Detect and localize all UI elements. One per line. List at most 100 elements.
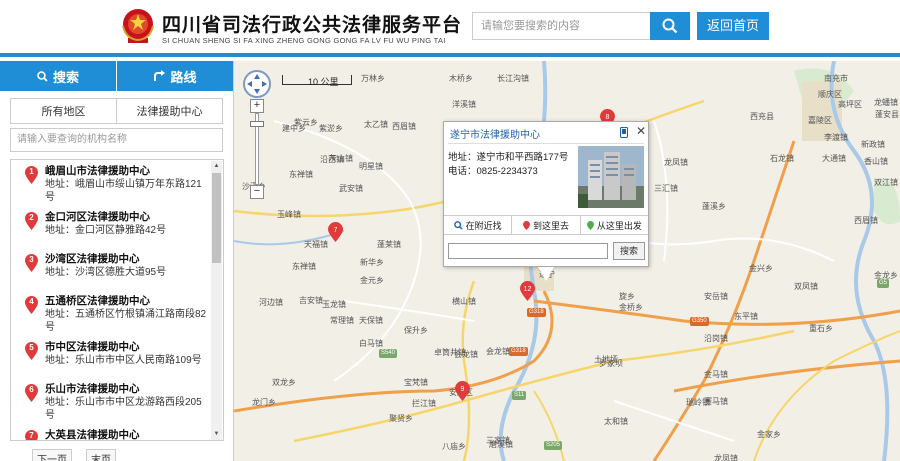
map-place-label: 太和镇 <box>604 417 628 426</box>
map-place-label: 石龙镇 <box>770 154 794 163</box>
list-item[interactable]: 4 五通桥区法律援助中心地址：五通桥区竹根镇涌江路南段82号 <box>11 290 211 336</box>
marker-number: 5 <box>29 343 34 352</box>
scale-label: 10 公里 <box>308 77 339 87</box>
road-shield: G5 <box>877 279 890 288</box>
info-window: 遂宁市法律援助中心 ✕ 地址：遂宁市和平西路177号 电话：0825-22343… <box>443 121 649 281</box>
map-place-label: 罗家坝 <box>599 359 623 368</box>
tab-go-here-label: 到这里去 <box>532 220 569 231</box>
map-place-label: 保升乡 <box>404 326 428 335</box>
item-name: 市中区法律援助中心 <box>45 341 140 353</box>
scroll-down-arrow[interactable]: ▼ <box>211 429 222 440</box>
map-place-label: 东禅镇 <box>289 170 313 179</box>
tab-search[interactable]: 搜索 <box>0 61 116 91</box>
tab-nearby[interactable]: 在附近找 <box>444 216 512 234</box>
map-place-label: 东平镇 <box>734 312 758 321</box>
map-place-label: 龙门乡 <box>252 398 276 407</box>
tab-depart-here-label: 从这里出发 <box>596 220 642 231</box>
nearby-search-button[interactable]: 搜索 <box>613 242 645 260</box>
phone-icon[interactable] <box>620 127 628 138</box>
map-place-label: 龙蟠镇 <box>874 98 898 107</box>
scroll-up-arrow[interactable]: ▲ <box>211 161 222 172</box>
map-place-label: 蓬溪乡 <box>702 202 726 211</box>
map-marker-icon[interactable]: 9 <box>455 381 470 401</box>
map-place-label: 李渡镇 <box>824 133 848 142</box>
map-place-label: 吉安镇 <box>299 296 323 305</box>
map-place-label: 沿岗镇 <box>704 334 728 343</box>
map-place-label: 武安镇 <box>339 184 363 193</box>
site-search-input[interactable]: 请输您要搜索的内容 <box>472 12 650 40</box>
tab-search-label: 搜索 <box>52 69 79 85</box>
last-page-button[interactable]: 末页 <box>86 449 116 461</box>
tab-route[interactable]: 路线 <box>116 61 233 91</box>
tab-route-label: 路线 <box>170 69 197 85</box>
item-name: 金口河区法律援助中心 <box>45 211 150 223</box>
org-type-filter[interactable]: 法律援助中心 <box>116 99 222 123</box>
info-pointer <box>538 267 554 281</box>
list-item[interactable]: 3 沙湾区法律援助中心 地址：沙湾区德胜大道95号 <box>11 248 211 290</box>
item-address: 地址：峨眉山市绥山镇万年东路121号 <box>45 179 202 203</box>
pan-control-icon[interactable] <box>242 69 272 99</box>
close-icon[interactable]: ✕ <box>636 125 646 137</box>
map-place-label: 蓬安县 <box>875 110 899 119</box>
list-item[interactable]: 1 峨眉山市法律援助中心 地址：峨眉山市绥山镇万年东路121号 <box>11 160 211 206</box>
scroll-thumb[interactable] <box>212 173 221 263</box>
zoom-slider-handle[interactable] <box>250 121 264 127</box>
nearby-search-input[interactable] <box>448 243 608 259</box>
map-place-label: 西充县 <box>750 112 774 121</box>
map-place-label: 万林乡 <box>361 74 385 83</box>
map-place-label: 嘉陵区 <box>808 116 832 125</box>
map-place-label: 赛马镇 <box>704 397 728 406</box>
marker-icon: 3 <box>25 254 38 272</box>
map-place-label: 金家乡 <box>757 430 781 439</box>
marker-icon: 7 <box>25 430 38 440</box>
item-address: 地址：乐山市市中区人民南路109号 <box>45 355 202 366</box>
svg-text:12: 12 <box>524 286 532 293</box>
map-marker-icon[interactable]: 12 <box>520 281 535 301</box>
zoom-in-button[interactable]: + <box>250 99 264 113</box>
map-place-label: 天保镇 <box>359 316 383 325</box>
site-header: 四川省司法行政公共法律服务平台 SI CHUAN SHENG SI FA XIN… <box>0 0 900 57</box>
map-place-label: 聚贤乡 <box>389 414 413 423</box>
tab-nearby-label: 在附近找 <box>465 220 502 231</box>
pager: 下一页 末页 <box>32 449 116 461</box>
item-name: 大英县法律援助中心 <box>45 429 140 441</box>
marker-number: 4 <box>29 297 34 306</box>
region-filter[interactable]: 所有地区 <box>11 99 116 123</box>
tab-depart-here[interactable]: 从这里出发 <box>579 216 648 234</box>
map-place-label: 太乙镇 <box>364 120 388 129</box>
map-place-label: 紫淤乡 <box>319 124 343 133</box>
map-place-label: 西眉镇 <box>392 122 416 131</box>
map-place-label: 三汇镇 <box>654 184 678 193</box>
map-marker-icon[interactable]: 7 <box>328 222 343 242</box>
item-name: 沙湾区法律援助中心 <box>45 253 140 265</box>
map-view[interactable]: 万林乡木桥乡长江沟镇洋溪镇紫云乡建中乡紫淤乡太乙镇沙溪乡灰山镇明星镇沿西镇东禅镇… <box>234 61 900 461</box>
map-place-label: 龙凤镇 <box>664 158 688 167</box>
item-address: 地址：五通桥区竹根镇涌江路南段82号 <box>45 309 207 333</box>
map-place-label: 香山镇 <box>864 157 888 166</box>
map-place-label: 安岳镇 <box>704 292 728 301</box>
site-search-button[interactable] <box>650 12 690 40</box>
map-place-label: 龙凤镇 <box>714 454 738 461</box>
map-place-label: 金桥乡 <box>619 303 643 312</box>
road-shield: S540 <box>379 349 398 358</box>
org-search-input[interactable]: 请输入要查询的机构名称 <box>10 128 223 152</box>
list-scrollbar[interactable]: ▲ ▼ <box>211 161 222 440</box>
map-place-label: 木桥乡 <box>449 74 473 83</box>
list-item[interactable]: 5 市中区法律援助中心地址：乐山市市中区人民南路109号 <box>11 336 211 378</box>
map-place-label: 双江镇 <box>874 178 898 187</box>
route-icon <box>154 70 166 81</box>
list-item[interactable]: 6 乐山市法律援助中心 地址：乐山市市中区龙游路西段205号 <box>11 378 211 424</box>
pin-icon <box>522 220 530 230</box>
next-page-button[interactable]: 下一页 <box>32 449 72 461</box>
map-place-label: 长江沟镇 <box>497 74 529 83</box>
home-button[interactable]: 返回首页 <box>697 12 769 40</box>
zoom-out-button[interactable]: − <box>250 185 264 199</box>
tab-go-here[interactable]: 到这里去 <box>511 216 579 234</box>
list-item[interactable]: 7 大英县法律援助中心 <box>11 424 211 441</box>
map-place-label: 沿西镇 <box>320 155 344 164</box>
list-item[interactable]: 2 金口河区法律援助中心 地址：金口河区静雅路42号 <box>11 206 211 248</box>
marker-icon: 5 <box>25 342 38 360</box>
item-name: 五通桥区法律援助中心 <box>45 295 150 307</box>
map-place-label: 白马镇 <box>359 339 383 348</box>
map-place-label: 双凤镇 <box>794 282 818 291</box>
